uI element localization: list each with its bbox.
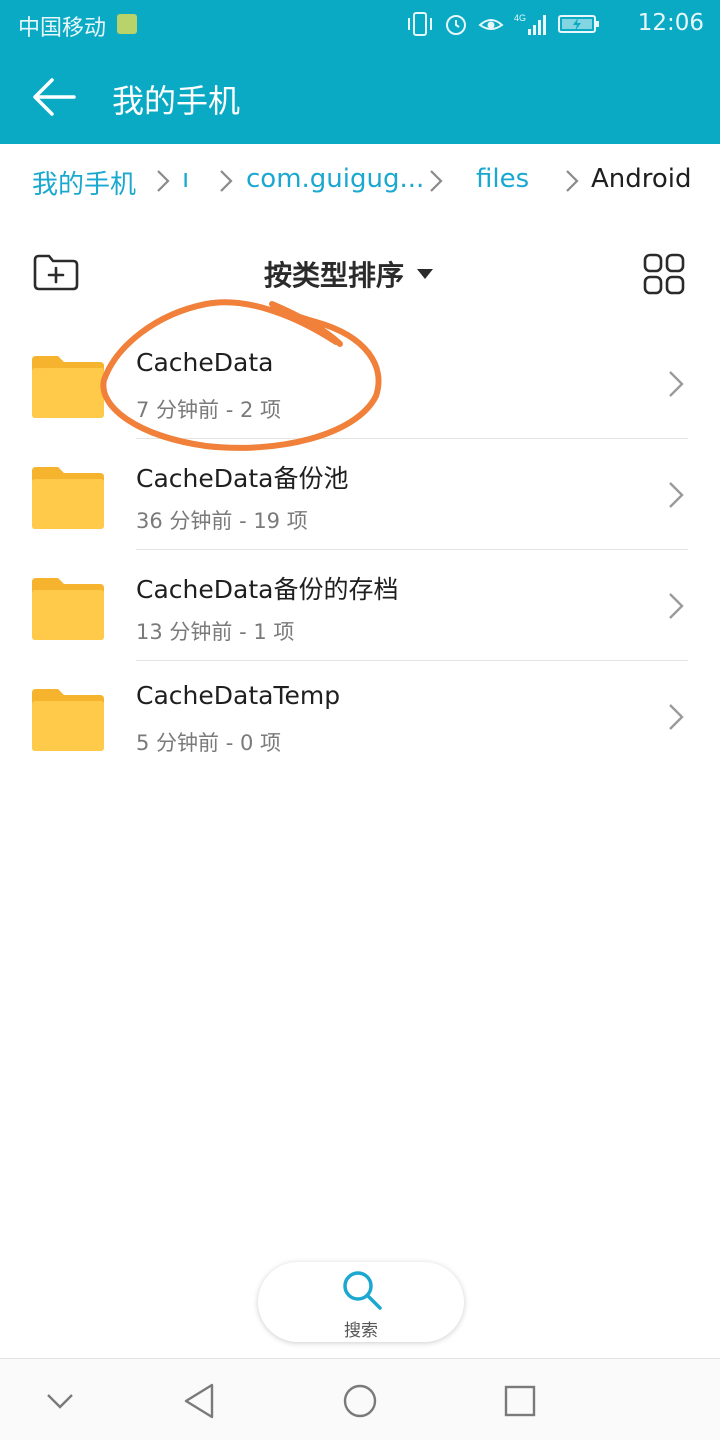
status-bar: 中国移动 4G 12:06 xyxy=(0,0,720,50)
chevron-right-icon xyxy=(669,593,684,619)
signal-icon: 4G xyxy=(514,13,546,35)
sort-label: 按类型排序 xyxy=(264,259,405,292)
sim-card-icon xyxy=(117,14,137,34)
breadcrumb-chevron-icon xyxy=(220,170,233,192)
recents-square-icon[interactable] xyxy=(500,1381,540,1421)
navigation-bar xyxy=(0,1358,720,1440)
carrier-name: 中国移动 xyxy=(18,16,107,41)
chevron-right-icon xyxy=(669,482,684,508)
hide-nav-chevron-icon[interactable] xyxy=(40,1381,80,1421)
app-bar: 我的手机 xyxy=(0,50,720,144)
search-label: 搜索 xyxy=(344,1321,378,1341)
chevron-right-icon xyxy=(669,371,684,397)
sort-dropdown[interactable]: 按类型排序 xyxy=(264,252,434,296)
home-circle-icon[interactable] xyxy=(340,1381,380,1421)
folder-icon xyxy=(32,467,104,529)
list-item[interactable]: CacheData备份的存档 13 分钟前 - 1 项 xyxy=(0,550,720,661)
top-bar: 中国移动 4G 12:06 我的手机 xyxy=(0,0,720,144)
toolbar: 按类型排序 xyxy=(0,234,720,314)
folder-icon xyxy=(32,356,104,418)
page-title: 我的手机 xyxy=(112,82,241,120)
breadcrumb-item-my-phone[interactable]: 我的手机 xyxy=(32,164,136,201)
alarm-icon xyxy=(446,15,466,35)
list-item[interactable]: CacheData备份池 36 分钟前 - 19 项 xyxy=(0,439,720,550)
eye-comfort-icon xyxy=(478,19,504,30)
file-name: CacheData备份的存档 xyxy=(136,575,399,604)
list-item[interactable]: CacheData 7 分钟前 - 2 项 xyxy=(0,328,720,439)
file-list: CacheData 7 分钟前 - 2 项 CacheData备份池 36 分钟… xyxy=(0,328,720,772)
file-meta: 13 分钟前 - 1 项 xyxy=(136,620,295,644)
battery-charging-icon xyxy=(558,15,599,33)
chevron-right-icon xyxy=(669,704,684,730)
search-button[interactable]: 搜索 xyxy=(258,1262,464,1342)
new-folder-icon[interactable] xyxy=(32,252,80,292)
clock: 12:06 xyxy=(637,10,704,36)
folder-icon xyxy=(32,578,104,640)
file-name: CacheDataTemp xyxy=(136,681,341,710)
dropdown-triangle-icon xyxy=(417,269,434,279)
file-meta: 7 分钟前 - 2 项 xyxy=(136,398,282,422)
breadcrumb-chevron-icon xyxy=(157,170,170,192)
list-item[interactable]: CacheDataTemp 5 分钟前 - 0 项 xyxy=(0,661,720,772)
breadcrumb-item-truncated[interactable]: ı xyxy=(182,164,189,194)
breadcrumb-chevron-icon xyxy=(430,170,443,192)
status-icons: 4G xyxy=(406,11,600,37)
file-name: CacheData xyxy=(136,348,274,377)
breadcrumb-item-package[interactable]: com.guigug... xyxy=(246,164,424,194)
network-type: 4G xyxy=(514,13,526,23)
breadcrumb: 我的手机 ı com.guigug... files Android xyxy=(0,144,720,220)
back-triangle-icon[interactable] xyxy=(180,1381,220,1421)
breadcrumb-item-android[interactable]: Android xyxy=(591,164,692,194)
grid-view-icon[interactable] xyxy=(642,252,686,296)
vibrate-icon xyxy=(408,12,432,36)
file-meta: 36 分钟前 - 19 项 xyxy=(136,509,308,533)
file-meta: 5 分钟前 - 0 项 xyxy=(136,731,282,755)
back-arrow-icon[interactable] xyxy=(30,76,78,118)
file-name: CacheData备份池 xyxy=(136,464,349,493)
breadcrumb-chevron-icon xyxy=(566,170,579,192)
folder-icon xyxy=(32,689,104,751)
search-icon xyxy=(343,1271,382,1310)
breadcrumb-item-files[interactable]: files xyxy=(476,164,529,194)
